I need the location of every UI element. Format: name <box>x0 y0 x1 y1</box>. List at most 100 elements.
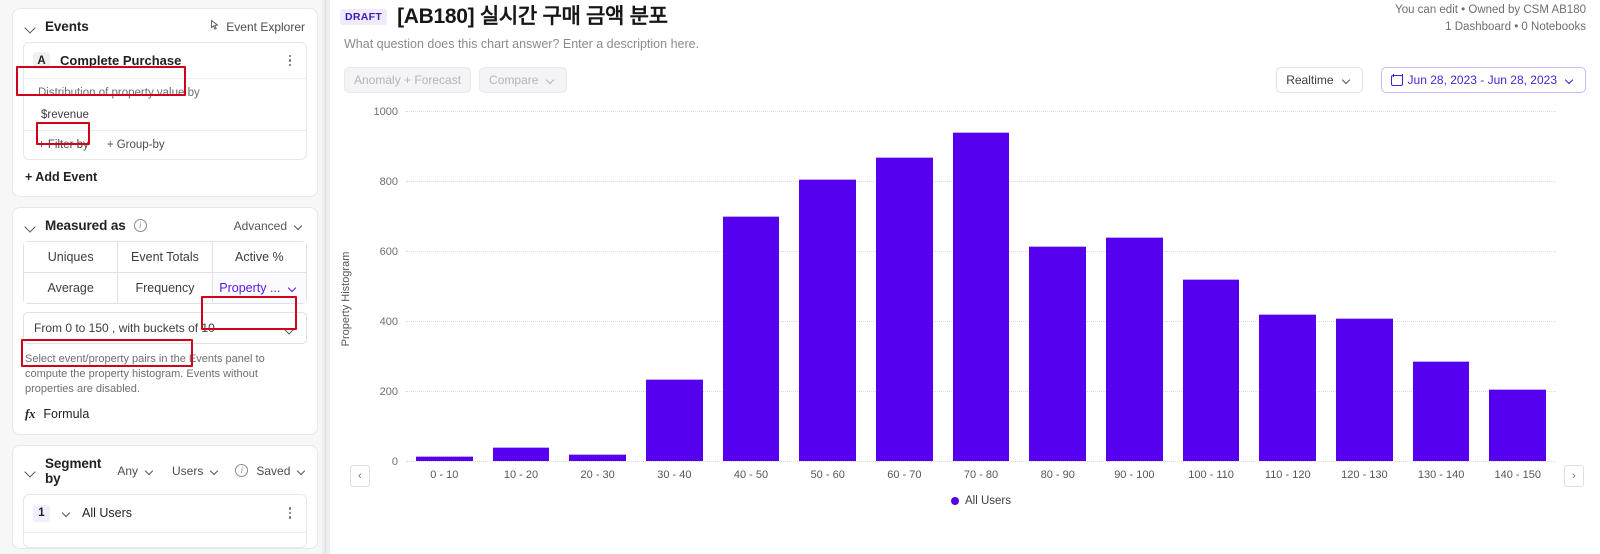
bar-series <box>406 111 1556 461</box>
measure-option-average[interactable]: Average <box>24 273 119 303</box>
chart-meta-line-2: 1 Dashboard • 0 Notebooks <box>1445 20 1586 33</box>
measure-option-uniques[interactable]: Uniques <box>24 242 119 273</box>
add-event-button[interactable]: + Add Event <box>13 168 317 196</box>
scroll-right-button[interactable]: › <box>1564 465 1584 487</box>
event-badge: A <box>33 52 50 69</box>
cursor-click-icon <box>209 19 221 34</box>
event-more-options-icon[interactable] <box>284 53 296 69</box>
collapse-chevron-icon[interactable] <box>23 20 37 34</box>
bar-slot <box>483 111 560 461</box>
measure-option-property-label: Property ... <box>219 281 281 295</box>
realtime-dropdown[interactable]: Realtime <box>1276 67 1363 93</box>
segment-users-dropdown[interactable]: Users <box>172 464 221 478</box>
bar[interactable] <box>1336 317 1393 461</box>
chart-toolbar-right: Realtime Jun 28, 2023 - Jun 28, 2023 <box>1276 67 1586 93</box>
y-axis-tick: 400 <box>379 316 398 328</box>
chevron-down-icon[interactable] <box>59 506 73 520</box>
property-value-chip[interactable]: $revenue <box>38 107 92 123</box>
bar-slot <box>789 111 866 461</box>
advanced-label: Advanced <box>233 218 287 233</box>
segment-by-title: Segment by <box>45 455 102 486</box>
draft-badge: DRAFT <box>340 9 388 25</box>
chart-meta-line-1: You can edit • Owned by CSM AB180 <box>1395 4 1586 16</box>
segment-index: 1 <box>33 504 50 522</box>
bar[interactable] <box>876 156 933 461</box>
segment-saved-dropdown[interactable]: Saved <box>256 464 308 478</box>
event-definition-box: A Complete Purchase Distribution of prop… <box>23 42 307 160</box>
segment-by-header: Segment by Any Users i Saved <box>13 446 317 494</box>
event-name: Complete Purchase <box>60 53 182 68</box>
events-card: Events Event Explorer A Complete Purchas… <box>12 8 318 197</box>
bar-slot <box>1249 111 1326 461</box>
measure-option-active-percent[interactable]: Active % <box>212 242 306 273</box>
realtime-label: Realtime <box>1286 73 1334 87</box>
info-icon[interactable]: i <box>133 219 147 232</box>
y-axis-tick: 800 <box>379 176 398 188</box>
x-axis-tick: 80 - 90 <box>1040 469 1075 481</box>
bar[interactable] <box>1412 361 1470 461</box>
events-header-actions: Event Explorer <box>209 19 305 34</box>
bucket-range-value: From 0 to 150 , with buckets of 10 <box>34 321 215 335</box>
bar[interactable] <box>415 455 473 461</box>
bar[interactable] <box>1182 279 1240 461</box>
bar[interactable] <box>645 378 703 461</box>
x-axis-tick: 10 - 20 <box>503 469 539 481</box>
panel-divider <box>322 0 330 554</box>
collapse-chevron-icon[interactable] <box>23 464 37 478</box>
bar[interactable] <box>492 447 550 461</box>
scroll-left-button[interactable]: ‹ <box>350 465 370 487</box>
bar-slot <box>943 111 1020 461</box>
bar[interactable] <box>569 454 627 461</box>
bar[interactable] <box>722 216 780 461</box>
event-explorer-button[interactable]: Event Explorer <box>209 19 305 34</box>
segment-any-dropdown[interactable]: Any <box>117 464 156 478</box>
measure-option-event-totals[interactable]: Event Totals <box>118 242 213 273</box>
bar[interactable] <box>1259 314 1317 461</box>
x-axis-tick: 20 - 30 <box>580 469 615 481</box>
legend-label: All Users <box>964 495 1011 507</box>
event-property-block: Distribution of property value by $reven… <box>24 79 306 131</box>
bar[interactable] <box>1489 389 1547 461</box>
event-explorer-label: Event Explorer <box>226 19 305 34</box>
x-axis-tick: 60 - 70 <box>887 469 922 481</box>
chevron-down-icon <box>1339 73 1353 87</box>
advanced-toggle[interactable]: Advanced <box>234 219 305 233</box>
add-filter-button[interactable]: + Filter by <box>38 139 89 151</box>
x-axis-tick: 40 - 50 <box>733 469 769 481</box>
plot-area: 0 200 400 600 800 1000 <box>374 106 1556 468</box>
bar-slot <box>1019 111 1096 461</box>
y-axis-tick: 600 <box>379 246 398 258</box>
chart-legend: All Users <box>406 495 1556 507</box>
bar[interactable] <box>1106 237 1163 461</box>
x-axis-tick: 90 - 100 <box>1114 469 1155 481</box>
bar[interactable] <box>952 132 1010 461</box>
add-groupby-button[interactable]: + Group-by <box>107 139 165 151</box>
info-icon[interactable]: i <box>235 464 249 478</box>
measured-as-card: Measured as i Advanced Uniques Event Tot… <box>12 207 318 435</box>
bar[interactable] <box>799 179 857 461</box>
chevron-down-icon <box>294 464 308 478</box>
compare-button: Compare <box>479 67 568 93</box>
formula-label: Formula <box>43 407 90 422</box>
segment-by-card: Segment by Any Users i Saved 1 All Users <box>12 444 318 549</box>
segment-more-options-icon[interactable] <box>284 505 296 521</box>
bar-slot <box>866 111 943 461</box>
x-axis-tick: 140 - 150 <box>1494 469 1541 481</box>
chart-description-input[interactable]: What question does this chart answer? En… <box>340 37 699 51</box>
date-range-picker[interactable]: Jun 28, 2023 - Jun 28, 2023 <box>1380 67 1586 93</box>
event-row[interactable]: A Complete Purchase <box>24 43 306 79</box>
chevron-down-icon <box>282 321 296 335</box>
bar-slot <box>1479 111 1556 461</box>
collapse-chevron-icon[interactable] <box>23 219 37 233</box>
chart-main: DRAFT [AB180] 실시간 구매 금액 분포 What question… <box>330 0 1600 554</box>
measure-option-property[interactable]: Property ... <box>212 273 306 303</box>
measure-option-frequency[interactable]: Frequency <box>118 273 213 303</box>
bar[interactable] <box>1029 245 1087 461</box>
page-title[interactable]: [AB180] 실시간 구매 금액 분포 <box>397 0 668 30</box>
x-axis-tick: 100 - 110 <box>1188 469 1234 481</box>
bucket-range-select[interactable]: From 0 to 150 , with buckets of 10 <box>23 312 307 344</box>
x-axis-labels: 0 - 10 10 - 20 20 - 30 30 - 40 40 - 50 50 - 6… <box>406 469 1556 481</box>
segment-item[interactable]: 1 All Users <box>24 495 306 533</box>
formula-button[interactable]: fx Formula <box>13 407 317 434</box>
anomaly-forecast-label: Anomaly + Forecast <box>354 73 462 87</box>
